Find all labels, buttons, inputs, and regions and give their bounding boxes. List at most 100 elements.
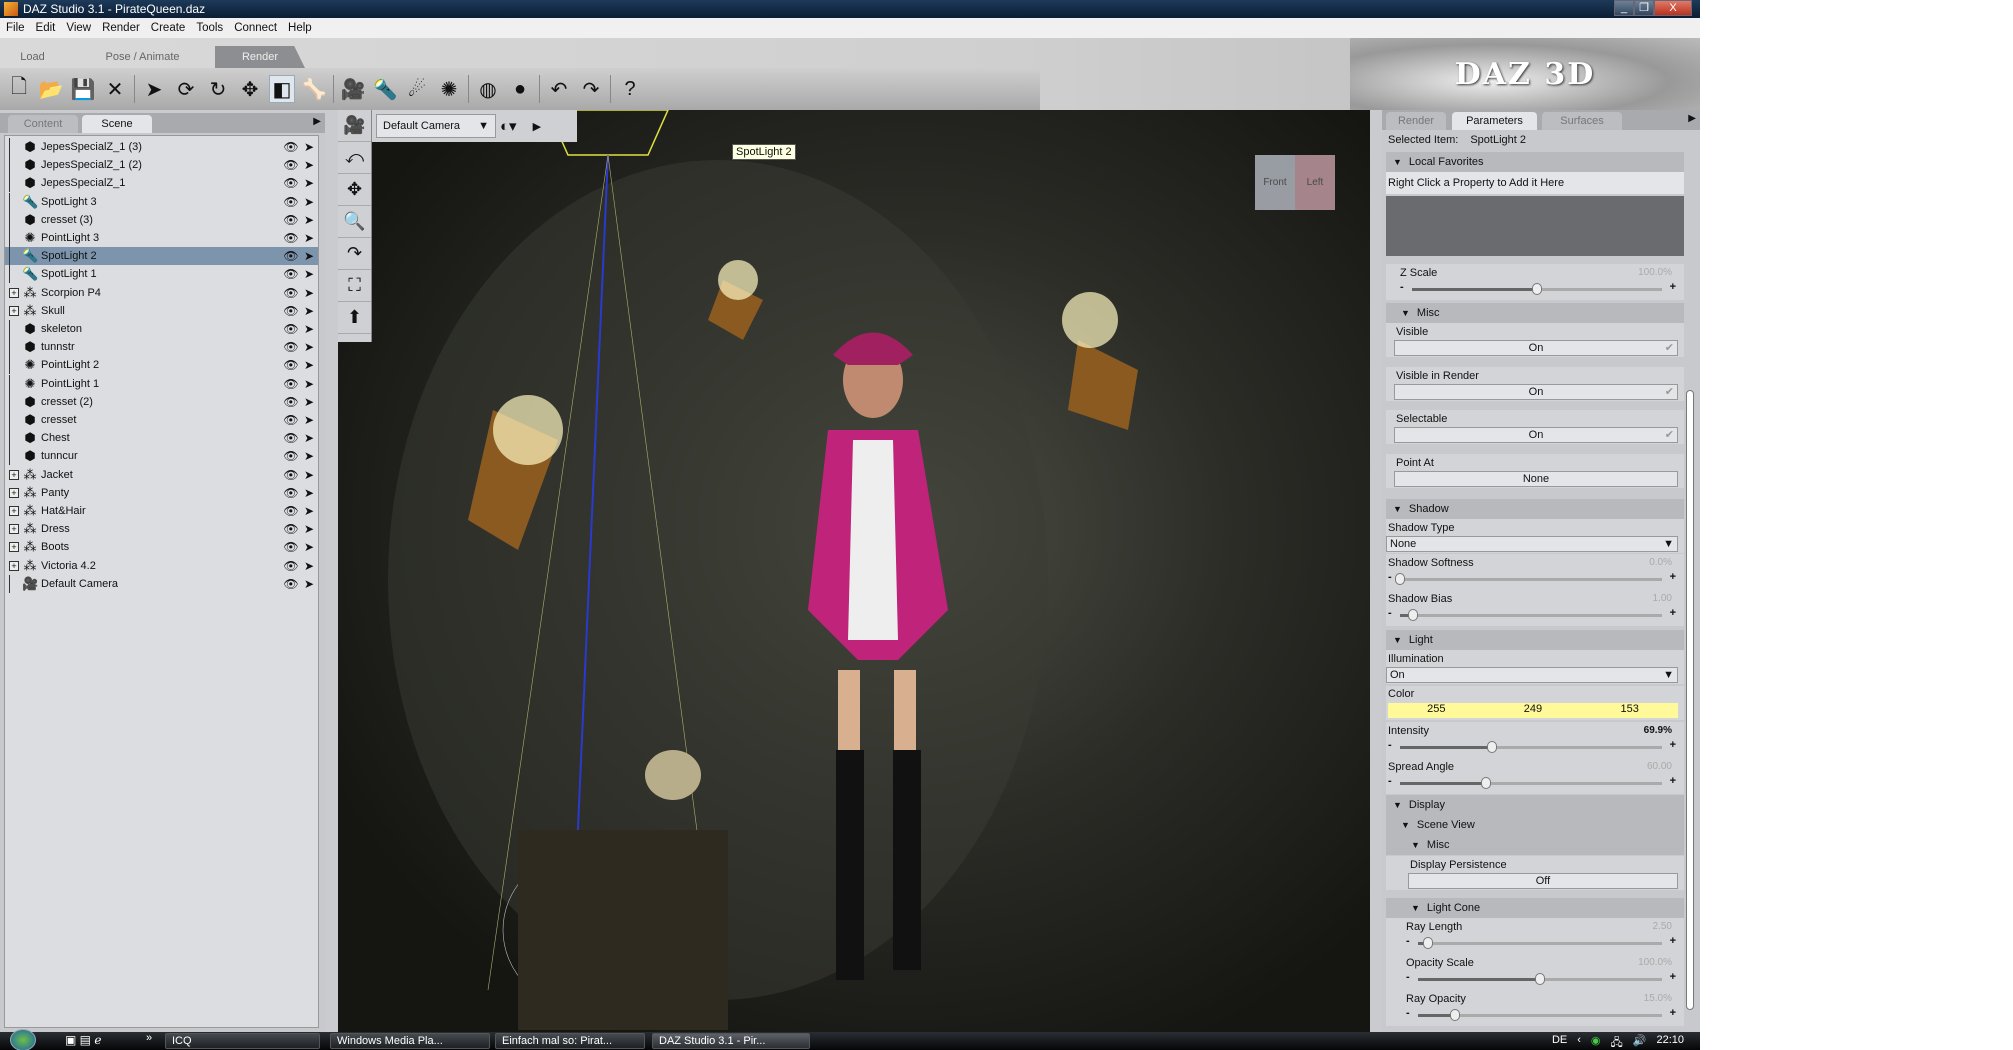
selectable-cursor-icon[interactable]: ➤	[300, 140, 318, 154]
increment-button[interactable]: +	[1670, 739, 1676, 751]
selectable-cursor-icon[interactable]: ➤	[300, 468, 318, 482]
increment-button[interactable]: +	[1670, 775, 1676, 787]
collapse-triangle-icon[interactable]: ▼	[1393, 504, 1402, 514]
task-daz-studio[interactable]: DAZ Studio 3.1 - Pir...	[652, 1033, 810, 1049]
selectable-cursor-icon[interactable]: ➤	[300, 504, 318, 518]
visibility-eye-icon[interactable]: 👁	[282, 504, 300, 518]
visibility-eye-icon[interactable]: 👁	[282, 249, 300, 263]
viewport[interactable]: 🎥 ⤺ ✥ 🔍 ↷ ⛶ ⬆ Default Camera ▼ ◐▾ ▶ SpotL…	[338, 110, 1370, 1032]
cube-front[interactable]: Front	[1255, 155, 1295, 210]
scene-item[interactable]: ⬢ JepesSpecialZ_1 (3) 👁 ➤	[5, 138, 318, 156]
scene-item[interactable]: + ⁂ Dress 👁 ➤	[5, 520, 318, 538]
collapse-triangle-icon[interactable]: ▼	[1393, 635, 1402, 645]
visibility-eye-icon[interactable]: 👁	[282, 213, 300, 227]
task-icq[interactable]: ICQ	[165, 1033, 320, 1049]
selectable-cursor-icon[interactable]: ➤	[300, 431, 318, 445]
draw-style-icon[interactable]: ◐▾	[500, 117, 517, 135]
visibility-eye-icon[interactable]: 👁	[282, 486, 300, 500]
decrement-button[interactable]: -	[1388, 607, 1392, 619]
tab-render-settings[interactable]: Render	[1386, 112, 1446, 130]
selectable-cursor-icon[interactable]: ➤	[300, 267, 318, 281]
scene-item[interactable]: ✺ PointLight 1 👁 ➤	[5, 374, 318, 393]
selectable-cursor-icon[interactable]: ➤	[300, 249, 318, 263]
decrement-button[interactable]: -	[1388, 775, 1392, 787]
expand-icon[interactable]: +	[9, 542, 19, 553]
universal-tool-icon[interactable]: ⟳	[173, 75, 199, 103]
collapse-triangle-icon[interactable]: ▼	[1401, 820, 1410, 830]
scene-item[interactable]: 🎥 Default Camera 👁 ➤	[5, 574, 318, 593]
language-indicator[interactable]: DE	[1552, 1034, 1567, 1050]
tab-content[interactable]: Content	[8, 115, 78, 133]
help-icon[interactable]: ?	[617, 75, 643, 103]
scene-item[interactable]: + ⁂ Skull 👁 ➤	[5, 302, 318, 320]
increment-button[interactable]: +	[1670, 607, 1676, 619]
start-button[interactable]	[10, 1029, 36, 1050]
scene-item[interactable]: 🔦 SpotLight 2 👁 ➤	[5, 247, 318, 266]
decrement-button[interactable]: -	[1388, 739, 1392, 751]
undo-icon[interactable]: ↶	[546, 75, 572, 103]
rotate-icon[interactable]: ↻	[205, 75, 231, 103]
menu-view[interactable]: View	[66, 22, 91, 34]
view-cube[interactable]: Front Left	[1255, 145, 1335, 220]
new-file-icon[interactable]: 🗋	[6, 75, 32, 103]
selectable-cursor-icon[interactable]: ➤	[300, 195, 318, 209]
increment-button[interactable]: +	[1670, 935, 1676, 947]
redo-icon[interactable]: ↷	[578, 75, 604, 103]
select-icon[interactable]: ➤	[141, 75, 167, 103]
collapse-triangle-icon[interactable]: ▼	[1401, 308, 1410, 318]
roll-icon[interactable]: ↷	[338, 238, 371, 270]
selectable-cursor-icon[interactable]: ➤	[300, 522, 318, 536]
create-distant-light-icon[interactable]: ☄	[404, 75, 430, 103]
scene-item[interactable]: ✺ PointLight 2 👁 ➤	[5, 356, 318, 375]
selectable-cursor-icon[interactable]: ➤	[300, 559, 318, 573]
create-spotlight-icon[interactable]: 🔦	[372, 75, 398, 103]
increment-button[interactable]: +	[1670, 1007, 1676, 1019]
render-icon[interactable]: ●	[507, 75, 533, 103]
orbit-icon[interactable]: ⤺	[338, 142, 371, 174]
visibility-eye-icon[interactable]: 👁	[282, 395, 300, 409]
increment-button[interactable]: +	[1670, 281, 1676, 293]
visible-dropdown[interactable]: On ✔	[1394, 340, 1678, 356]
scene-item[interactable]: + ⁂ Victoria 4.2 👁 ➤	[5, 557, 318, 575]
scene-item[interactable]: ⬢ cresset (2) 👁 ➤	[5, 392, 318, 411]
visibility-eye-icon[interactable]: 👁	[282, 449, 300, 463]
selectable-cursor-icon[interactable]: ➤	[300, 449, 318, 463]
selectable-cursor-icon[interactable]: ➤	[300, 213, 318, 227]
shadow_type-dropdown[interactable]: None ▼	[1386, 536, 1678, 552]
visibility-eye-icon[interactable]: 👁	[282, 286, 300, 300]
slider-knob[interactable]	[1535, 973, 1545, 985]
selectable-cursor-icon[interactable]: ➤	[300, 395, 318, 409]
create-pointlight-icon[interactable]: ✺	[436, 75, 462, 103]
expand-icon[interactable]: +	[9, 560, 19, 571]
menu-connect[interactable]: Connect	[234, 22, 277, 34]
expand-icon[interactable]: +	[9, 469, 19, 480]
scene-item[interactable]: ✺ PointLight 3 👁 ➤	[5, 229, 318, 247]
slider-knob[interactable]	[1532, 283, 1542, 295]
expand-icon[interactable]: +	[9, 305, 19, 316]
visibility-eye-icon[interactable]: 👁	[282, 522, 300, 536]
collapse-triangle-icon[interactable]: ▼	[1411, 903, 1420, 913]
selectable-cursor-icon[interactable]: ➤	[300, 358, 318, 372]
scene-item[interactable]: ⬢ Chest 👁 ➤	[5, 429, 318, 448]
parameters-scrollbar[interactable]	[1686, 390, 1694, 1010]
scene-item[interactable]: 🔦 SpotLight 3 👁 ➤	[5, 192, 318, 211]
open-icon[interactable]: 📂	[38, 75, 64, 103]
scene-item[interactable]: 🔦 SpotLight 1 👁 ➤	[5, 265, 318, 284]
tab-parameters[interactable]: Parameters	[1452, 112, 1537, 130]
selectable-cursor-icon[interactable]: ➤	[300, 158, 318, 172]
expand-icon[interactable]: +	[9, 287, 19, 298]
visibility-eye-icon[interactable]: 👁	[282, 304, 300, 318]
panel-menu-arrow-icon[interactable]: ▶	[313, 116, 321, 127]
point_at-dropdown[interactable]: None	[1394, 471, 1678, 487]
menu-edit[interactable]: Edit	[36, 22, 56, 34]
maximize-button[interactable]: ❐	[1634, 0, 1654, 16]
expand-icon[interactable]: +	[9, 524, 19, 535]
scene-item[interactable]: ⬢ skeleton 👁 ➤	[5, 320, 318, 338]
visibility-eye-icon[interactable]: 👁	[282, 540, 300, 554]
increment-button[interactable]: +	[1670, 971, 1676, 983]
expand-icon[interactable]: +	[9, 506, 19, 516]
scene-item[interactable]: ⬢ cresset (3) 👁 ➤	[5, 210, 318, 229]
bone-icon[interactable]: 🦴	[301, 75, 327, 103]
slider-knob[interactable]	[1449, 1009, 1460, 1021]
increment-button[interactable]: +	[1670, 571, 1676, 583]
